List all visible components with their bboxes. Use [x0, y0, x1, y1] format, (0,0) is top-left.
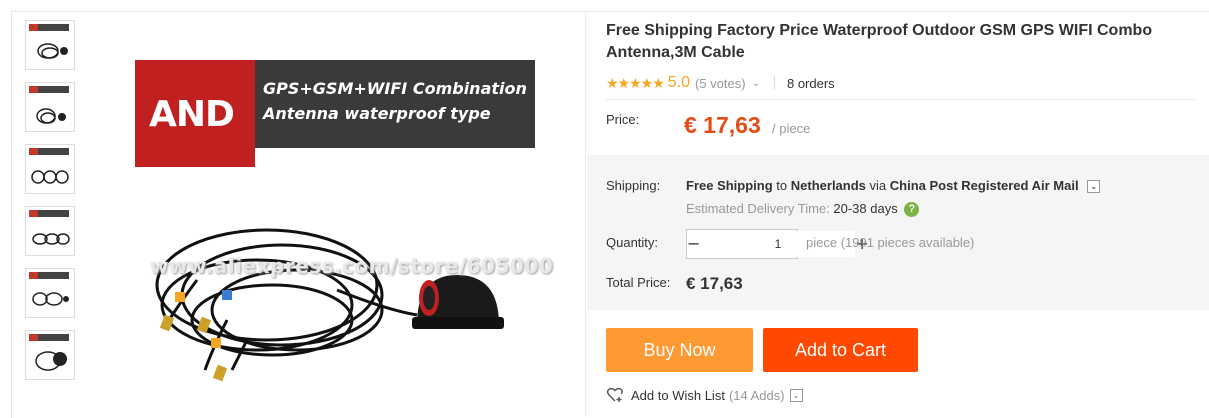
- quantity-decrease-button[interactable]: −: [687, 230, 700, 258]
- buy-now-button[interactable]: Buy Now: [606, 328, 753, 372]
- wishlist-label: Add to Wish List: [631, 387, 725, 403]
- total-price-label: Total Price:: [606, 275, 671, 290]
- price-unit: / piece: [772, 121, 811, 136]
- add-to-cart-button[interactable]: Add to Cart: [763, 328, 918, 372]
- votes-link[interactable]: (5 votes): [695, 76, 746, 91]
- help-icon[interactable]: ?: [904, 202, 920, 218]
- thumbnail-list: [25, 20, 77, 392]
- thumbnail-6[interactable]: [25, 330, 75, 380]
- est-label: Estimated Delivery Time:: [686, 201, 830, 216]
- thumbnail-4[interactable]: [25, 206, 75, 256]
- price-label: Price:: [606, 112, 640, 127]
- chevron-down-icon[interactable]: ⌄: [1087, 180, 1101, 194]
- rating-stars-icon: ★★★★★: [606, 74, 665, 91]
- shipping-prefix: Free Shipping: [686, 178, 773, 193]
- shipping-carrier: China Post Registered Air Mail: [889, 178, 1079, 193]
- chevron-down-icon[interactable]: ⌄: [789, 388, 803, 402]
- thumbnail-1[interactable]: [25, 20, 75, 70]
- shipping-to: to: [776, 178, 788, 193]
- thumbnail-2[interactable]: [25, 82, 75, 132]
- product-title: Free Shipping Factory Price Waterproof O…: [606, 22, 1153, 61]
- wishlist-count: (14 Adds): [728, 387, 785, 403]
- quantity-availability: piece (1991 pieces available): [806, 235, 975, 250]
- shipping-via: via: [869, 178, 887, 193]
- main-product-image[interactable]: AND GPS+GSM+WIFI Combination Antenna wat…: [87, 20, 583, 417]
- heart-plus-icon: [606, 387, 623, 402]
- gallery-divider: [585, 11, 586, 417]
- chevron-down-icon[interactable]: ⌄: [752, 78, 760, 89]
- wishlist-link[interactable]: Add to Wish List (14 Adds) ⌄: [606, 386, 803, 404]
- thumbnail-3[interactable]: [25, 144, 75, 194]
- orders-count: 8 orders: [786, 75, 835, 91]
- total-price-value: € 17,63: [686, 274, 743, 293]
- quantity-label: Quantity:: [606, 235, 659, 250]
- est-days: 20-38 days: [833, 201, 898, 216]
- price-value: € 17,63: [684, 112, 761, 138]
- rating-row: ★★★★★ 5.0 (5 votes) ⌄ 8 orders: [606, 73, 1196, 93]
- title-divider: [606, 99, 1195, 100]
- watermark-text: www.aliexpress.com/store/605000: [150, 254, 554, 278]
- estimated-delivery: Estimated Delivery Time: 20-38 days ?: [686, 201, 920, 218]
- antenna-illustration: [155, 228, 504, 382]
- divider: [773, 76, 775, 90]
- quantity-stepper: − +: [686, 229, 869, 259]
- product-info: Free Shipping Factory Price Waterproof O…: [606, 20, 1196, 93]
- shipping-destination: Netherlands: [790, 178, 866, 193]
- rating-value: 5.0: [667, 74, 691, 91]
- thumbnail-5[interactable]: [25, 268, 75, 318]
- shipping-method[interactable]: Free Shipping to Netherlands via China P…: [686, 178, 1101, 194]
- shipping-label: Shipping:: [606, 178, 661, 193]
